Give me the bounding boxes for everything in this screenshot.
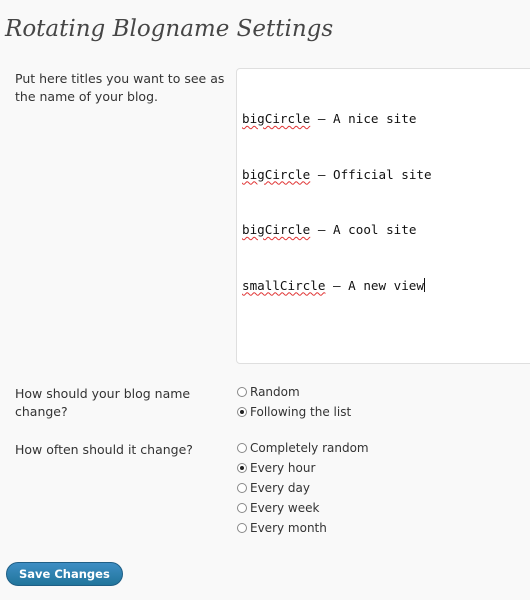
- radio-button[interactable]: [237, 387, 247, 397]
- title-line-2: bigCircle – Official site: [242, 166, 432, 182]
- title-line-1: bigCircle – A nice site: [242, 111, 417, 126]
- radio-random[interactable]: Random: [236, 384, 300, 400]
- misspelled-word: bigCircle: [242, 166, 311, 182]
- titles-textarea[interactable]: bigCircle – A nice site bigCircle – Offi…: [236, 68, 530, 364]
- radio-button[interactable]: [237, 523, 247, 533]
- change-mode-label: How should your blog name change?: [15, 386, 191, 419]
- save-changes-button[interactable]: Save Changes: [6, 562, 123, 586]
- misspelled-word: bigCircle: [242, 111, 311, 126]
- page-title: Rotating Blogname Settings: [5, 16, 334, 42]
- radio-completely-random[interactable]: Completely random: [236, 440, 369, 456]
- titles-label: Put here titles you want to see as the n…: [15, 71, 225, 104]
- radio-button[interactable]: [237, 503, 247, 513]
- radio-label: Every month: [250, 521, 327, 535]
- radio-every-month[interactable]: Every month: [236, 520, 327, 536]
- radio-every-day[interactable]: Every day: [236, 480, 310, 496]
- radio-button[interactable]: [237, 463, 247, 473]
- radio-label: Every hour: [250, 461, 316, 475]
- radio-label: Following the list: [250, 405, 352, 419]
- title-line-3: bigCircle – A cool site: [242, 222, 417, 237]
- radio-label: Completely random: [250, 441, 369, 455]
- radio-label: Random: [250, 385, 300, 399]
- change-frequency-label: How often should it change?: [15, 442, 193, 457]
- misspelled-word: bigCircle: [242, 222, 311, 237]
- misspelled-word: smallCircle: [242, 277, 326, 293]
- radio-following-the-list[interactable]: Following the list: [236, 404, 351, 420]
- title-line-4: smallCircle – A new view: [242, 277, 425, 293]
- radio-label: Every day: [250, 481, 310, 495]
- radio-label: Every week: [250, 501, 320, 515]
- radio-button[interactable]: [237, 407, 247, 417]
- radio-button[interactable]: [237, 443, 247, 453]
- radio-every-hour[interactable]: Every hour: [236, 460, 315, 476]
- radio-every-week[interactable]: Every week: [236, 500, 319, 516]
- text-caret: [423, 277, 425, 292]
- radio-button[interactable]: [237, 483, 247, 493]
